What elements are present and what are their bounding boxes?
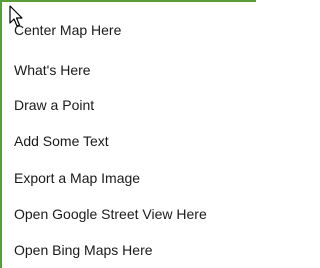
menu-item-open-bing-maps[interactable]: Open Bing Maps Here [14, 239, 153, 261]
mouse-pointer-icon [9, 5, 23, 27]
menu-item-center-map-here[interactable]: Center Map Here [14, 19, 121, 41]
map-context-menu: Center Map Here What's Here Draw a Point… [0, 0, 256, 268]
menu-item-open-google-street-view[interactable]: Open Google Street View Here [14, 203, 207, 225]
menu-item-whats-here[interactable]: What's Here [14, 59, 91, 81]
menu-item-draw-a-point[interactable]: Draw a Point [14, 94, 94, 116]
menu-item-export-map-image[interactable]: Export a Map Image [14, 167, 140, 189]
menu-item-add-some-text[interactable]: Add Some Text [14, 130, 109, 152]
